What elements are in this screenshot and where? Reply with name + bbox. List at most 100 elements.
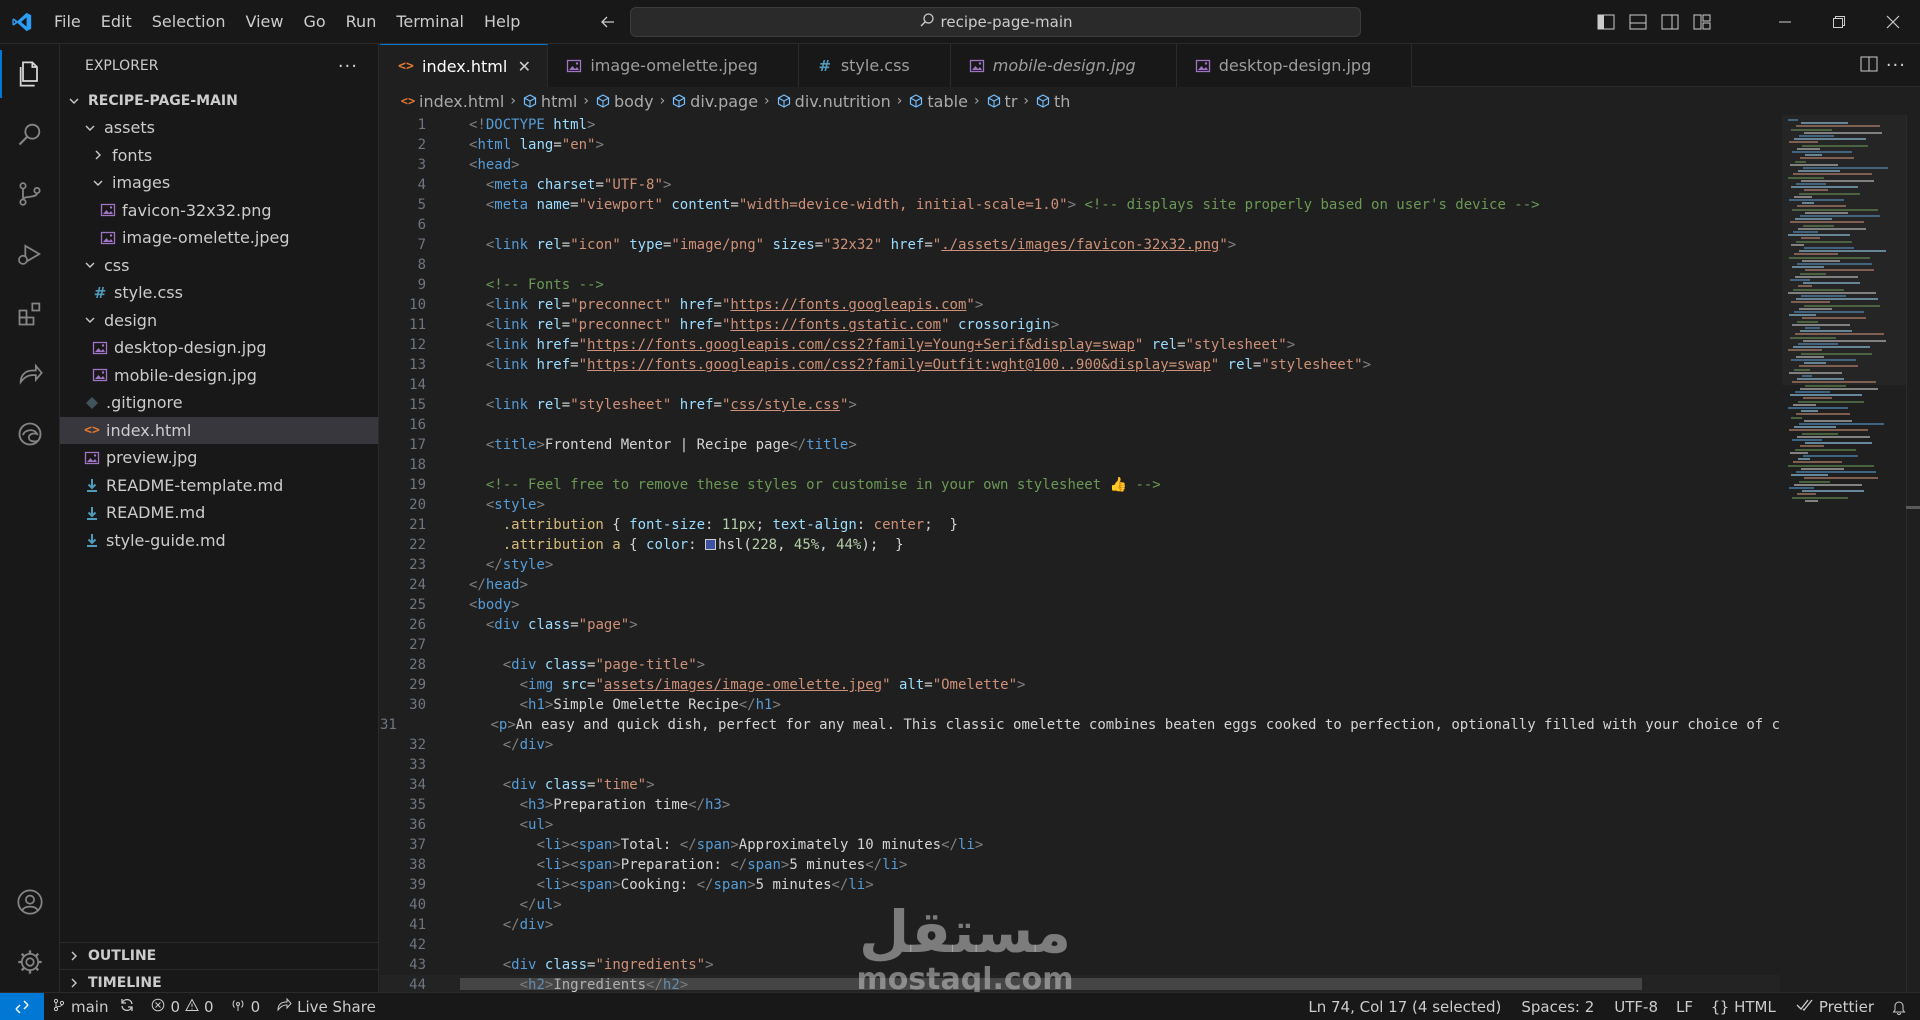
breadcrumb-item[interactable]: body xyxy=(595,92,654,111)
close-icon[interactable]: ✕ xyxy=(515,57,533,76)
menu-item-view[interactable]: View xyxy=(236,7,294,37)
tab-mobile-design-jpg[interactable]: mobile-design.jpg xyxy=(950,44,1177,87)
breadcrumb-item[interactable]: div.nutrition xyxy=(776,92,891,111)
tree-folder[interactable]: assets xyxy=(60,114,378,142)
code-line[interactable]: 13 <link href="https://fonts.googleapis.… xyxy=(380,355,1780,375)
close-icon[interactable] xyxy=(918,57,936,75)
tree-folder[interactable]: fonts xyxy=(60,142,378,170)
tree-file[interactable]: # style.css xyxy=(60,279,378,307)
cursor-position[interactable]: Ln 74, Col 17 (4 selected) xyxy=(1298,993,1511,1020)
code-line[interactable]: 7 <link rel="icon" type="image/png" size… xyxy=(380,235,1780,255)
toggle-primary-sidebar-icon[interactable] xyxy=(1590,6,1622,38)
code-line[interactable]: 42 xyxy=(380,935,1780,955)
code-line[interactable]: 23 </style> xyxy=(380,555,1780,575)
accounts-icon[interactable] xyxy=(0,872,60,932)
search-activity-icon[interactable] xyxy=(0,104,60,164)
code-line[interactable]: 38 <li><span>Preparation: </span>5 minut… xyxy=(380,855,1780,875)
tree-file[interactable]: README-template.md xyxy=(60,472,378,500)
code-line[interactable]: 26 <div class="page"> xyxy=(380,615,1780,635)
indentation[interactable]: Spaces: 2 xyxy=(1511,993,1604,1020)
menu-item-run[interactable]: Run xyxy=(336,7,387,37)
tab-image-omelette-jpeg[interactable]: image-omelette.jpeg xyxy=(548,44,799,87)
breadcrumb-item[interactable]: html xyxy=(522,92,577,111)
tab-desktop-design-jpg[interactable]: desktop-design.jpg xyxy=(1176,44,1413,87)
code-line[interactable]: 24 </head> xyxy=(380,575,1780,595)
menu-item-selection[interactable]: Selection xyxy=(142,7,236,37)
ports-status[interactable]: 0 xyxy=(222,993,269,1020)
code-line[interactable]: 6 xyxy=(380,215,1780,235)
language-mode[interactable]: {} HTML xyxy=(1701,993,1786,1020)
more-editor-actions-icon[interactable]: ··· xyxy=(1886,55,1906,76)
code-line[interactable]: 32 </div> xyxy=(380,735,1780,755)
prettier-status[interactable]: Prettier xyxy=(1786,993,1884,1020)
code-line[interactable]: 19 <!-- Feel free to remove these styles… xyxy=(380,475,1780,495)
tree-folder[interactable]: images xyxy=(60,169,378,197)
close-icon[interactable] xyxy=(1144,57,1162,75)
code-line[interactable]: 40 </ul> xyxy=(380,895,1780,915)
code-line[interactable]: 15 <link rel="stylesheet" href="css/styl… xyxy=(380,395,1780,415)
breadcrumb-item[interactable]: div.page xyxy=(671,92,758,111)
explorer-icon[interactable] xyxy=(0,44,60,104)
code-line[interactable]: 36 <ul> xyxy=(380,815,1780,835)
code-line[interactable]: 1 <!DOCTYPE html> xyxy=(380,115,1780,135)
menu-item-go[interactable]: Go xyxy=(293,7,335,37)
manage-gear-icon[interactable] xyxy=(0,932,60,992)
customize-layout-icon[interactable] xyxy=(1686,6,1718,38)
code-line[interactable]: 30 <h1>Simple Omelette Recipe</h1> xyxy=(380,695,1780,715)
tree-file[interactable]: <> index.html xyxy=(60,416,378,444)
code-line[interactable]: 2 <html lang="en"> xyxy=(380,135,1780,155)
code-line[interactable]: 22 .attribution a { color: hsl(228, 45%,… xyxy=(380,535,1780,555)
code-line[interactable]: 20 <style> xyxy=(380,495,1780,515)
code-editor[interactable]: 1 <!DOCTYPE html> 2 <html lang="en"> 3 <head>… xyxy=(380,115,1780,992)
code-line[interactable]: 27 xyxy=(380,635,1780,655)
code-line[interactable]: 14 xyxy=(380,375,1780,395)
run-debug-icon[interactable] xyxy=(0,224,60,284)
code-line[interactable]: 37 <li><span>Total: </span>Approximately… xyxy=(380,835,1780,855)
tree-file[interactable]: mobile-design.jpg xyxy=(60,362,378,390)
code-line[interactable]: 9 <!-- Fonts --> xyxy=(380,275,1780,295)
menu-item-help[interactable]: Help xyxy=(474,7,530,37)
edge-devtools-icon[interactable] xyxy=(0,404,60,464)
restore-icon[interactable] xyxy=(1812,0,1866,44)
breadcrumb-item[interactable]: table xyxy=(908,92,968,111)
breadcrumb-item[interactable]: tr xyxy=(986,92,1017,111)
problems-status[interactable]: 0 0 xyxy=(143,993,221,1020)
remote-indicator-icon[interactable] xyxy=(0,992,44,1020)
tree-folder[interactable]: css xyxy=(60,252,378,280)
code-line[interactable]: 11 <link rel="preconnect" href="https://… xyxy=(380,315,1780,335)
minimap-slider[interactable] xyxy=(1782,115,1906,385)
close-icon[interactable] xyxy=(766,57,784,75)
code-line[interactable]: 31 <p>An easy and quick dish, perfect fo… xyxy=(380,715,1780,735)
tab-index-html[interactable]: <> index.html ✕ xyxy=(380,44,549,87)
horizontal-scrollbar[interactable] xyxy=(460,978,1642,990)
code-line[interactable]: 39 <li><span>Cooking: </span>5 minutes</… xyxy=(380,875,1780,895)
breadcrumb-item[interactable]: th xyxy=(1035,92,1070,111)
minimize-icon[interactable] xyxy=(1758,0,1812,44)
tree-file[interactable]: desktop-design.jpg xyxy=(60,334,378,362)
code-line[interactable]: 43 <div class="ingredients"> xyxy=(380,955,1780,975)
minimap[interactable] xyxy=(1782,115,1906,992)
code-line[interactable]: 4 <meta charset="UTF-8"> xyxy=(380,175,1780,195)
code-line[interactable]: 12 <link href="https://fonts.googleapis.… xyxy=(380,335,1780,355)
code-line[interactable]: 8 xyxy=(380,255,1780,275)
tree-file[interactable]: favicon-32x32.png xyxy=(60,197,378,225)
code-line[interactable]: 3 <head> xyxy=(380,155,1780,175)
source-control-icon[interactable] xyxy=(0,164,60,224)
live-share-status[interactable]: Live Share xyxy=(268,993,384,1020)
vertical-scrollbar-thumb[interactable] xyxy=(1906,506,1920,509)
extensions-icon[interactable] xyxy=(0,284,60,344)
outline-section[interactable]: OUTLINE xyxy=(60,942,379,969)
code-line[interactable]: 21 .attribution { font-size: 11px; text-… xyxy=(380,515,1780,535)
sync-icon[interactable] xyxy=(119,997,135,1017)
notifications-icon[interactable] xyxy=(1884,993,1920,1020)
code-line[interactable]: 34 <div class="time"> xyxy=(380,775,1780,795)
branch-status[interactable]: main xyxy=(44,993,143,1020)
tree-file[interactable]: .gitignore xyxy=(60,389,378,417)
workspace-root-folder[interactable]: RECIPE-PAGE-MAIN xyxy=(60,88,378,114)
tree-file[interactable]: preview.jpg xyxy=(60,444,378,472)
code-line[interactable]: 18 xyxy=(380,455,1780,475)
tree-file[interactable]: image-omelette.jpeg xyxy=(60,224,378,252)
close-icon[interactable] xyxy=(1379,57,1397,75)
split-editor-icon[interactable] xyxy=(1860,56,1878,76)
menu-item-edit[interactable]: Edit xyxy=(91,7,142,37)
